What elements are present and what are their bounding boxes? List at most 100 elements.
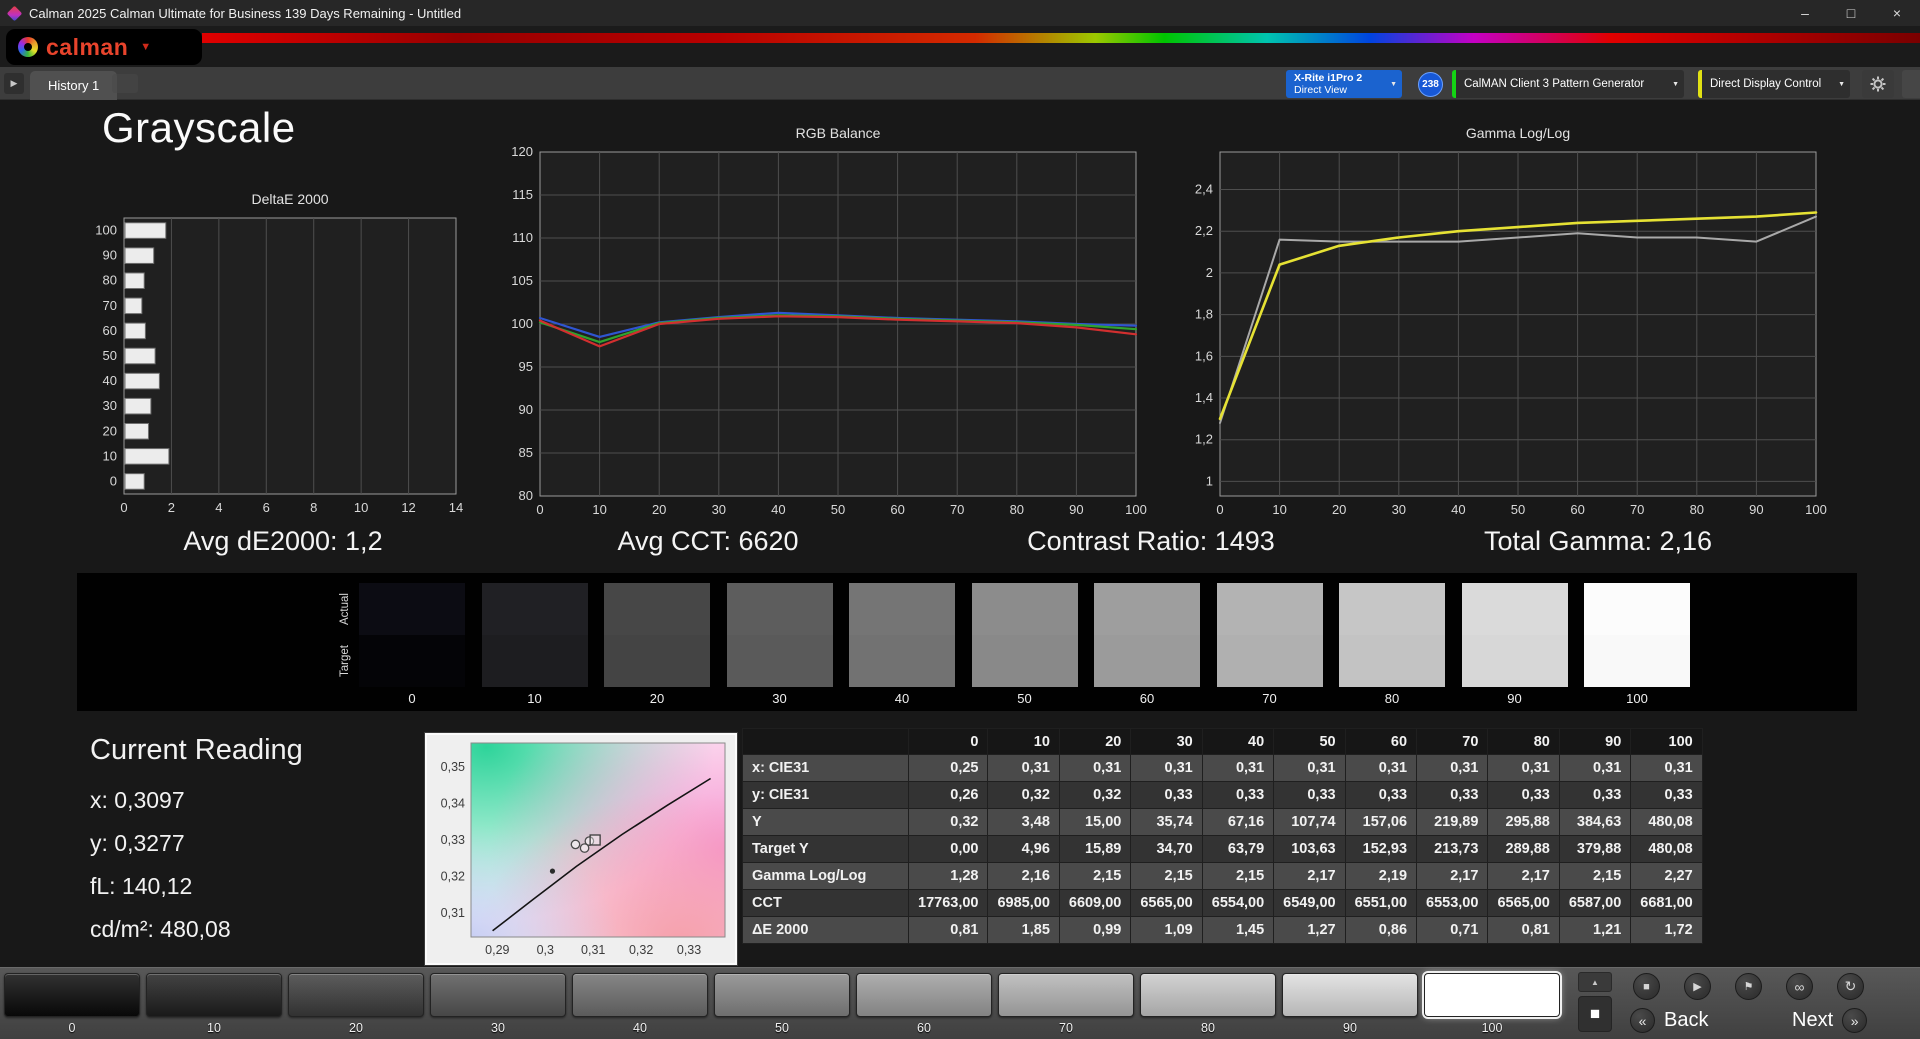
svg-text:1: 1 (1206, 473, 1213, 488)
pattern-level-button-60[interactable] (856, 973, 992, 1017)
table-cell: 480,08 (1630, 808, 1703, 836)
pattern-level-button-100[interactable] (1424, 973, 1560, 1017)
display-control-dropdown[interactable]: Direct Display Control ▼ (1698, 70, 1850, 98)
next-button[interactable]: Next » (1792, 1008, 1868, 1033)
pattern-level-button-80[interactable] (1140, 973, 1276, 1017)
swatch-level-label: 100 (1626, 691, 1648, 706)
calman-menu-button[interactable]: calman ▼ (6, 29, 202, 65)
actual-swatch (1094, 583, 1200, 635)
chart-title: DeltaE 2000 (251, 191, 329, 207)
settings-button[interactable] (1862, 70, 1894, 98)
grayscale-swatch-40 (849, 583, 955, 687)
table-row-label: ΔE 2000 (742, 916, 909, 944)
table-cell: 152,93 (1344, 835, 1418, 863)
grayscale-swatch-90 (1461, 583, 1568, 687)
svg-text:50: 50 (831, 502, 845, 517)
svg-text:0,3: 0,3 (537, 943, 554, 957)
table-column-header: 80 (1487, 728, 1560, 755)
svg-text:85: 85 (519, 445, 533, 460)
meter-dropdown[interactable]: X-Rite i1Pro 2 Direct View ▼ (1286, 70, 1402, 98)
table-cell: 1,21 (1558, 916, 1632, 944)
table-column-header: 70 (1416, 728, 1489, 755)
pattern-level-button-20[interactable] (288, 973, 424, 1017)
tab-scroll-button[interactable]: ▶ (4, 73, 24, 94)
table-cell: 2,19 (1344, 862, 1418, 890)
table-column-header: 50 (1273, 728, 1346, 755)
refresh-button[interactable]: ↻ (1837, 973, 1864, 1000)
pattern-level-button-90[interactable] (1282, 973, 1418, 1017)
pattern-level-button-70[interactable] (998, 973, 1134, 1017)
pattern-level-button-10[interactable] (146, 973, 282, 1017)
grayscale-swatch-10 (481, 583, 588, 687)
svg-text:80: 80 (103, 273, 117, 288)
pattern-level-button-40[interactable] (572, 973, 708, 1017)
table-cell: 295,88 (1487, 808, 1560, 836)
table-cell: 0,33 (1416, 781, 1489, 809)
new-tab-button[interactable] (112, 74, 138, 93)
svg-text:70: 70 (950, 502, 964, 517)
pattern-level-label: 50 (775, 1021, 789, 1035)
svg-text:95: 95 (519, 359, 533, 374)
svg-text:4: 4 (215, 500, 222, 515)
tab-history-1[interactable]: History 1 (30, 71, 118, 100)
close-button[interactable]: × (1874, 0, 1920, 26)
table-cell: 0,32 (907, 808, 989, 836)
cie-chromaticity-chart: 0,29 0,3 0,31 0,32 0,33 0,31 0,32 0,33 0,34 0,35 (425, 733, 737, 965)
table-cell: 0,99 (1058, 916, 1132, 944)
maximize-button[interactable]: □ (1828, 0, 1874, 26)
svg-text:50: 50 (1511, 502, 1525, 517)
actual-swatch (1339, 583, 1445, 635)
swatch-level-label: 30 (772, 691, 787, 706)
svg-text:100: 100 (1805, 502, 1827, 517)
pattern-generator-dropdown[interactable]: CalMAN Client 3 Pattern Generator ▼ (1452, 70, 1684, 98)
grayscale-swatch-0 (359, 583, 465, 687)
table-cell: 384,63 (1558, 808, 1632, 836)
table-cell: 0,33 (1558, 781, 1632, 809)
swatch-level-label: 60 (1139, 691, 1155, 706)
svg-text:6: 6 (263, 500, 270, 515)
svg-text:30: 30 (103, 398, 117, 413)
grayscale-swatch-strip: Actual Target 0 10 20 30 40 50 60 70 80 90 100 (77, 573, 1857, 711)
back-button[interactable]: « Back (1630, 1008, 1708, 1033)
table-cell: 2,17 (1416, 862, 1489, 890)
actual-swatch (1216, 583, 1323, 635)
table-cell: 0,32 (1058, 781, 1132, 809)
table-cell: 0,33 (1130, 781, 1203, 809)
table-cell: 0,71 (1416, 916, 1489, 944)
svg-text:0: 0 (536, 502, 543, 517)
brand-row: calman ▼ (0, 26, 1920, 67)
pattern-level-button-30[interactable] (430, 973, 566, 1017)
table-cell: 3,48 (987, 808, 1060, 836)
rainbow-strip (202, 33, 1920, 43)
table-row-label: Target Y (742, 835, 909, 863)
grayscale-swatch-80 (1339, 583, 1445, 687)
play-button[interactable]: ▶ (1684, 973, 1711, 1000)
svg-text:70: 70 (103, 298, 117, 313)
pattern-level-button-50[interactable] (714, 973, 850, 1017)
svg-text:8: 8 (310, 500, 317, 515)
pattern-bar-expand-button[interactable]: ▲ (1578, 972, 1612, 992)
table-cell: 4,96 (987, 835, 1060, 863)
pattern-level-button-0[interactable] (4, 973, 140, 1017)
svg-text:2,2: 2,2 (1195, 223, 1213, 238)
pattern-level-label: 100 (1481, 1021, 1503, 1035)
stop-button[interactable]: ■ (1633, 973, 1660, 1000)
flag-button[interactable]: ⚑ (1735, 973, 1762, 1000)
table-column-header: 60 (1344, 728, 1418, 755)
grayscale-swatch-20 (604, 583, 710, 687)
svg-text:80: 80 (1010, 502, 1024, 517)
grayscale-swatch-100 (1584, 583, 1690, 687)
svg-text:120: 120 (511, 144, 533, 159)
svg-text:10: 10 (103, 448, 117, 463)
svg-text:1,8: 1,8 (1195, 307, 1213, 322)
actual-swatch (1584, 583, 1690, 635)
loop-button[interactable]: ∞ (1786, 973, 1813, 1000)
minimize-button[interactable]: – (1782, 0, 1828, 26)
svg-text:20: 20 (103, 423, 117, 438)
pattern-window-button[interactable]: ■ (1578, 996, 1612, 1032)
svg-text:100: 100 (95, 223, 117, 238)
meter-count-badge: 238 (1418, 72, 1443, 97)
pattern-generator-label: CalMAN Client 3 Pattern Generator (1464, 78, 1645, 90)
svg-text:12: 12 (401, 500, 415, 515)
table-cell: 1,85 (987, 916, 1060, 944)
